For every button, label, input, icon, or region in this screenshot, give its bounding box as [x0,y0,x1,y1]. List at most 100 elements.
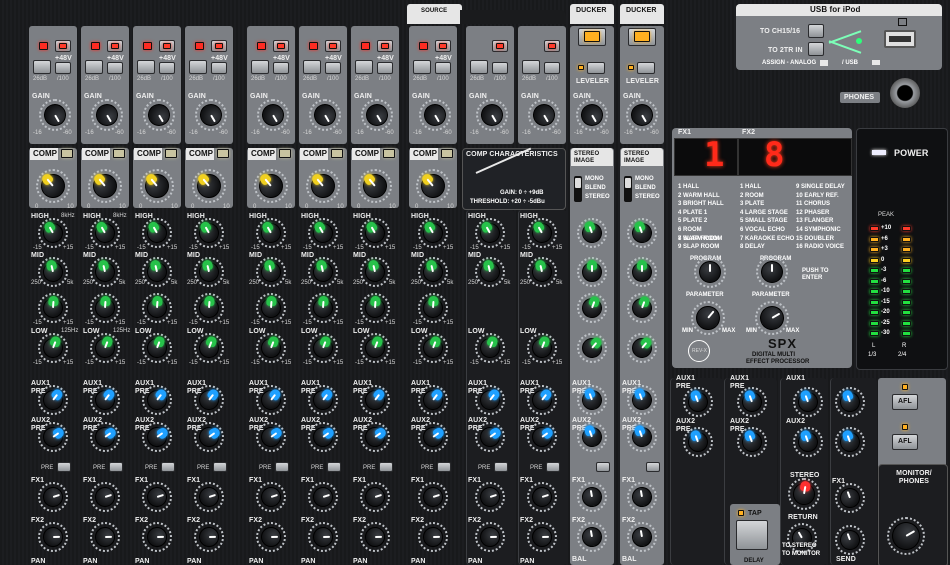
ch7-fx2-label: FX2 [353,517,367,524]
ch7-low-min: -15 [355,360,364,366]
leveler2-button[interactable] [637,62,655,74]
ch9-high-max: +15 [500,245,511,251]
ch8-pad-label: 26dB [413,76,428,82]
ch3-pan-label: PAN [135,558,150,565]
ch7-pre-button[interactable] [379,462,393,472]
ch9-fx1-label: FX1 [468,477,482,484]
ch4-hpf-label: /100 [213,76,225,82]
ch9-hpf-button[interactable] [492,62,508,74]
ch9-pad-button[interactable] [470,60,488,74]
ch3-midf-min: -15 [137,320,146,326]
stereo-ch1-eq-knob-2[interactable] [582,260,602,282]
ch2-pre-button[interactable] [109,462,123,472]
ch3-high-max: +15 [167,245,178,251]
ch3-pre-button[interactable] [161,462,175,472]
ch5-fx1-label: FX1 [249,477,263,484]
ch6-pad-label: 26dB [303,76,318,82]
ch9-fx2-label: FX2 [468,517,482,524]
ch9-pre-button[interactable] [494,462,508,472]
ch2-low-min: -15 [85,360,94,366]
ch6-pre-button[interactable] [327,462,341,472]
ch3-pad-button[interactable] [137,60,155,74]
ch4-pad-button[interactable] [189,60,207,74]
ch8-comp-led [441,149,453,158]
ch3-mid-label: MID [135,252,149,259]
fx2-program-11: 11 CHORUS [796,201,831,208]
ch10-pre-label: PRE [530,465,543,471]
ch6-low-max: +15 [333,360,344,366]
ch9-pre-label: PRE [478,465,491,471]
fx1-param-min: MIN [682,328,693,334]
ch2-pad-button[interactable] [85,60,103,74]
ch1-gain-min: -16 [33,130,42,136]
stereo-ch2-switch-thumb [625,178,631,188]
meter-r-led-5 [902,268,911,273]
ch5-hpf-button[interactable] [273,62,289,74]
ch7-gain-max: -60 [385,130,394,136]
ch10-pad-button[interactable] [522,60,540,74]
phones-jack[interactable] [890,78,920,108]
ch9-pad-label: 26dB [470,76,485,82]
ch2-hpf-button[interactable] [107,62,123,74]
ch10-pre-button[interactable] [546,462,560,472]
to-monitor-label: TO MONITOR [782,551,821,557]
ch5-comp-led [279,149,291,158]
ch7-pad-button[interactable] [355,60,373,74]
ch1-pre-button[interactable] [57,462,71,472]
ch8-hpf-label: /100 [437,76,449,82]
usb-to-ch-button[interactable] [808,24,824,38]
stereo-ch1-pre-button[interactable] [596,462,610,472]
ch8-mid-hi: 5k [447,280,454,286]
ch4-pre-button[interactable] [213,462,227,472]
ch3-hpf-button[interactable] [159,62,175,74]
leveler1-button[interactable] [587,62,605,74]
ch9-mid-label: MID [468,252,482,259]
ch4-hpf-button[interactable] [211,62,227,74]
ch6-pad-button[interactable] [303,60,321,74]
ch4-low-min: -15 [189,360,198,366]
ch7-hpf-button[interactable] [377,62,393,74]
ch1-hpf-button[interactable] [55,62,71,74]
fx2-display [738,138,852,176]
master-1-aux1-knob-cap [689,389,703,402]
ch8-pre-button[interactable] [437,462,451,472]
ducker-header-1: DUCKER [576,7,607,14]
stereo-return-knob-cap [799,480,812,492]
ch1-mid-hi: 5k [67,280,74,286]
ch8-hpf-button[interactable] [435,62,451,74]
ch6-pan-label: PAN [301,558,316,565]
ch5-pre-button[interactable] [275,462,289,472]
master-2-aux2-label: AUX2 [730,418,750,425]
tap-button[interactable] [736,520,768,550]
stereo-ch2-pre-button[interactable] [646,462,660,472]
fx1-program-3: 3 BRIGHT HALL [678,201,724,208]
ch1-comp-header: COMP [30,148,58,160]
ch7-midf-min: -15 [355,320,364,326]
ch5-comp-header: COMP [248,148,276,160]
ch3-comp-led [165,149,177,158]
ch2-high-min: -15 [85,245,94,251]
ch3-low-max: +15 [167,360,178,366]
ch10-hpf-button[interactable] [544,62,560,74]
ch2-mid-label: MID [83,252,97,259]
fx1-program-knob[interactable] [699,261,721,283]
fx2-program-knob[interactable] [761,261,783,283]
ch1-pad-button[interactable] [33,60,51,74]
ch5-pad-button[interactable] [251,60,269,74]
ch7-comp-header: COMP [352,148,380,160]
usb-to-2tr-button[interactable] [808,42,824,56]
meter-l-led-11 [870,331,879,336]
fx2-program-9: 9 SINGLE DELAY [796,184,845,190]
ch7-gain-min: -16 [355,130,364,136]
ch6-hpf-button[interactable] [325,62,341,74]
fx1-program-1: 1 HALL [678,184,699,190]
ch8-pad-button[interactable] [413,60,431,74]
ch1-fx1-label: FX1 [31,477,45,484]
ch8-pan-label: PAN [411,558,426,565]
ch2-pan-label: PAN [83,558,98,565]
stereo-ch2-eq-knob-2[interactable] [632,260,652,282]
ch2-pad-label: 26dB [85,76,100,82]
usb-assign-label: ASSIGN - ANALOG [762,60,817,66]
ch2-low-freq: 125Hz [113,328,131,334]
ch9-hpf-label: /100 [494,76,506,82]
